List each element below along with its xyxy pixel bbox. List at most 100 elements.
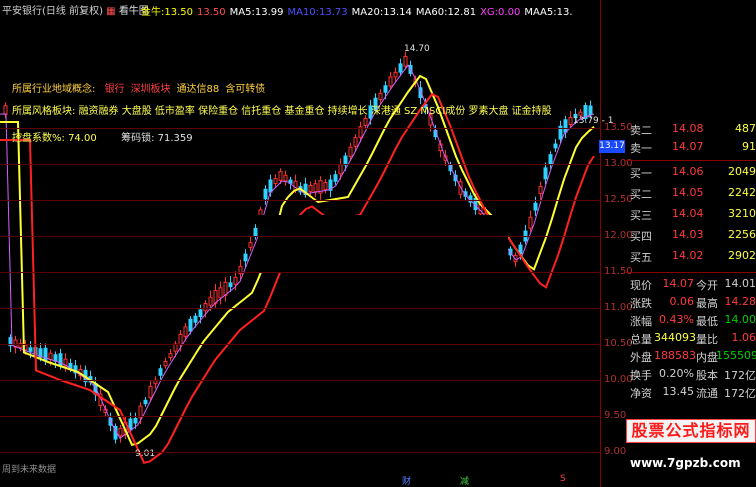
book-label: 买三 xyxy=(630,209,652,222)
bottom-left-note: 周到未来数据 xyxy=(2,465,57,475)
stat-label: 最高 xyxy=(696,297,718,310)
book-price: 14.02 xyxy=(672,249,704,262)
control-label: 控盘系数%: xyxy=(12,133,65,144)
book-volume: 91 xyxy=(742,140,756,153)
stats-divider xyxy=(626,272,756,273)
stat-value: 14.28 xyxy=(724,295,756,308)
stat-label: 最低 xyxy=(696,315,718,328)
bottom-mark-jian[interactable]: 减 xyxy=(460,474,469,487)
grid-line xyxy=(0,128,600,129)
stat-label: 股本 xyxy=(696,369,718,382)
candle xyxy=(338,164,343,175)
industry-label: 所属行业地域概念: xyxy=(12,84,96,95)
candle xyxy=(393,71,398,78)
stock-title: 平安银行(日线 前复权) xyxy=(2,6,103,17)
book-price: 14.08 xyxy=(672,122,704,135)
candle xyxy=(533,202,538,211)
stat-label: 现价 xyxy=(630,279,652,292)
candle xyxy=(128,418,133,431)
book-price: 14.05 xyxy=(672,186,704,199)
stat-value: 14.07 xyxy=(662,277,695,290)
candle xyxy=(28,347,33,352)
stat-label: 换手 xyxy=(630,369,652,382)
y-tick-label: 12.00 xyxy=(604,230,633,241)
candle xyxy=(218,287,223,299)
candle xyxy=(208,296,213,306)
industry-line: 所属行业地域概念: 银行 深圳板块 通达信88 含可转债 xyxy=(12,80,265,95)
book-label: 卖二 xyxy=(630,124,652,137)
y-tick-label: 10.50 xyxy=(604,338,633,349)
stat-value: 1.06 xyxy=(731,331,756,344)
y-tick-label: 11.00 xyxy=(604,302,633,313)
legend-item: MA60:12.81 xyxy=(415,7,477,18)
candle xyxy=(43,347,48,362)
candle xyxy=(133,417,138,424)
grid-icon[interactable]: ▦ xyxy=(106,6,115,17)
grid-line xyxy=(0,308,600,309)
stat-label: 量比 xyxy=(696,333,718,346)
style-line: 所属风格板块: 融资融券 大盘股 低市盈率 保险重仓 信托重仓 基金重仓 持续增… xyxy=(12,102,552,117)
candle xyxy=(308,185,313,192)
book-price: 14.04 xyxy=(672,207,704,220)
candle xyxy=(3,105,8,115)
industry-item[interactable]: 含可转债 xyxy=(225,84,265,95)
industry-item[interactable]: 通达信88 xyxy=(177,84,220,95)
stat-value: 14.00 xyxy=(724,313,756,326)
book-label: 卖一 xyxy=(630,142,652,155)
style-text: 融资融券 大盘股 低市盈率 保险重仓 信托重仓 基金重仓 持续增长 深港通 SZ… xyxy=(78,106,552,117)
candle xyxy=(353,137,358,147)
book-volume: 2049 xyxy=(728,165,756,178)
book-price: 14.03 xyxy=(672,228,704,241)
candle xyxy=(553,143,558,149)
low-label: 9.01 xyxy=(135,449,156,459)
chip-value: 71.359 xyxy=(157,133,193,144)
stat-value: 344093 xyxy=(654,331,696,344)
book-divider xyxy=(626,160,756,161)
candle xyxy=(543,167,548,180)
candle xyxy=(588,105,593,116)
book-label: 买二 xyxy=(630,188,652,201)
candle xyxy=(398,63,403,73)
book-volume: 3210 xyxy=(728,207,756,220)
grid-line xyxy=(0,164,600,165)
mask-block-left xyxy=(258,215,438,272)
grid-line xyxy=(0,200,600,201)
candle xyxy=(168,353,173,359)
candle xyxy=(223,281,228,296)
industry-item[interactable]: 深圳板块 xyxy=(131,84,171,95)
legend-item: XG:0.00 xyxy=(480,7,521,18)
mask-block-right xyxy=(438,215,508,272)
price-tag: 13.17 xyxy=(599,140,625,153)
candle xyxy=(243,253,248,262)
legend-item: MAA5:13. xyxy=(524,7,573,18)
candle xyxy=(48,352,53,360)
candle xyxy=(118,427,123,437)
y-tick-label: 9.50 xyxy=(604,410,627,421)
candle xyxy=(323,181,328,191)
stat-label: 今开 xyxy=(696,279,718,292)
bottom-mark-s[interactable]: S xyxy=(560,474,566,484)
bottom-mark-cai[interactable]: 财 xyxy=(402,474,411,487)
candle xyxy=(273,178,278,184)
stat-value: 0.20% xyxy=(659,367,694,380)
grid-line xyxy=(0,416,600,417)
stat-label: 内盘 xyxy=(696,351,718,364)
site-banner: 股票公式指标网 xyxy=(626,419,756,443)
legend-item: 13.50 xyxy=(197,7,226,18)
stat-value: 172亿 xyxy=(724,387,756,400)
stat-label: 涨跌 xyxy=(630,297,652,310)
grid-line xyxy=(0,236,600,237)
ma-legend: 金牛:13.50 13.50 MA5:13.99 MA10:13.73 MA20:13.… xyxy=(141,3,577,18)
y-tick-label: 13.50 xyxy=(604,122,633,133)
control-line: 控盘系数%: 74.00 筹码锁: 71.359 xyxy=(12,129,193,144)
legend-item: MA5:13.99 xyxy=(229,7,284,18)
y-tick-label: 10.00 xyxy=(604,374,633,385)
industry-item[interactable]: 银行 xyxy=(105,84,125,95)
candle xyxy=(578,111,583,116)
candle xyxy=(173,343,178,352)
grid-line xyxy=(0,344,600,345)
peak-label: 14.70 xyxy=(404,44,430,54)
book-volume: 2256 xyxy=(728,228,756,241)
candle xyxy=(378,92,383,101)
candle xyxy=(188,318,193,332)
